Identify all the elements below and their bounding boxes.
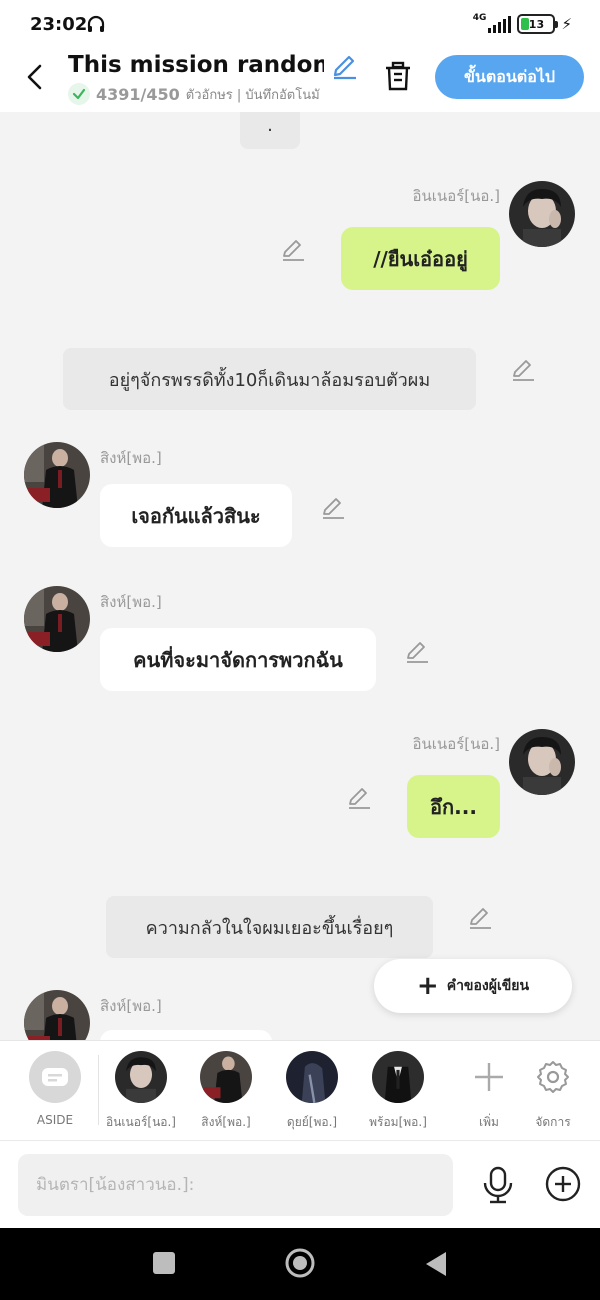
status-bar: 23:02 4G 13 ⚡: [0, 0, 600, 50]
status-time: 23:02: [30, 14, 88, 35]
character-label: อินเนอร์[นอ.]: [106, 1115, 176, 1129]
message-input[interactable]: [18, 1154, 453, 1216]
edit-message-icon[interactable]: [346, 784, 372, 810]
page-title[interactable]: This mission randoml...: [68, 52, 324, 78]
check-icon: [68, 83, 90, 105]
headset-icon: [87, 15, 105, 32]
speaker-name: สิงห์[พอ.]: [100, 449, 162, 467]
add-circle-icon[interactable]: [544, 1165, 582, 1203]
avatar: [115, 1051, 167, 1103]
header: This mission randoml... 4391/450 ตัวอักษ…: [0, 50, 600, 112]
plus-icon: +: [416, 971, 439, 1001]
plus-icon: [475, 1063, 503, 1091]
speaker-name: อินเนอร์[นอ.]: [412, 735, 500, 753]
divider: [98, 1055, 99, 1125]
edit-message-icon[interactable]: [467, 904, 493, 930]
back-button[interactable]: [18, 60, 52, 94]
avatar-inner[interactable]: [509, 729, 575, 795]
edit-message-icon[interactable]: [280, 236, 306, 262]
character-label: ASIDE: [36, 1113, 74, 1127]
char-count: 4391/450: [96, 84, 180, 104]
avatar-singha[interactable]: [24, 586, 90, 652]
manage-characters-button[interactable]: จัดการ: [513, 1051, 593, 1132]
battery-level: 13: [528, 17, 545, 31]
avatar-singha[interactable]: [24, 442, 90, 508]
author-note-button[interactable]: + คำของผู้เขียน: [374, 959, 572, 1013]
input-bar: [0, 1140, 600, 1228]
character-inner[interactable]: อินเนอร์[นอ.]: [101, 1051, 181, 1132]
avatar: [286, 1051, 338, 1103]
message-bubble[interactable]: [100, 1030, 272, 1040]
chevron-left-icon: [27, 64, 42, 90]
avatar-inner[interactable]: [509, 181, 575, 247]
edit-message-icon[interactable]: [404, 638, 430, 664]
character-prom[interactable]: พร้อม[พอ.]: [358, 1051, 438, 1132]
speaker-name: สิงห์[พอ.]: [100, 593, 162, 611]
message-bubble[interactable]: อึก...: [407, 775, 500, 838]
edit-title-icon[interactable]: [330, 52, 358, 80]
subtitle: 4391/450 ตัวอักษร | บันทึกอัตโนมั: [68, 83, 320, 105]
edit-message-icon[interactable]: [510, 356, 536, 382]
narration-bubble[interactable]: อยู่ๆจักรพรรดิทั้ง10ก็เดินมาล้อมรอบตัวผม: [63, 348, 476, 410]
edit-message-icon[interactable]: [320, 494, 346, 520]
avatar-singha[interactable]: [24, 990, 90, 1040]
speaker-name: สิงห์[พอ.]: [100, 997, 162, 1015]
home-button[interactable]: [284, 1247, 316, 1279]
autosave-label: ตัวอักษร | บันทึกอัตโนมั: [185, 87, 320, 103]
character-label: สิงห์[พอ.]: [201, 1115, 251, 1129]
next-step-button[interactable]: ขั้นตอนต่อไป: [435, 55, 584, 99]
character-label: ดุยย์[พอ.]: [286, 1115, 338, 1129]
narration-bubble[interactable]: .: [240, 112, 300, 149]
message-bubble[interactable]: คนที่จะมาจัดการพวกฉัน: [100, 628, 376, 691]
system-nav-bar: [0, 1228, 600, 1300]
character-dui[interactable]: ดุยย์[พอ.]: [272, 1051, 352, 1132]
character-singha[interactable]: สิงห์[พอ.]: [186, 1051, 266, 1132]
character-aside[interactable]: ASIDE: [15, 1051, 95, 1127]
speaker-name: อินเนอร์[นอ.]: [412, 187, 500, 205]
gear-icon: [537, 1061, 569, 1093]
author-note-label: คำของผู้เขียน: [446, 978, 530, 994]
avatar: [200, 1051, 252, 1103]
character-label: พร้อม[พอ.]: [369, 1115, 427, 1129]
character-bar: ASIDE อินเนอร์[นอ.] สิงห์[พอ.] ดุยย์[พอ.…: [0, 1040, 600, 1140]
battery-icon: 13: [517, 14, 559, 34]
character-label: เพิ่ม: [479, 1115, 499, 1129]
avatar: [372, 1051, 424, 1103]
trash-icon[interactable]: [382, 60, 414, 92]
microphone-icon[interactable]: [480, 1165, 516, 1205]
recents-button[interactable]: [153, 1252, 175, 1274]
chat-area: . อินเนอร์[นอ.] //ยืนเอ๋ออยู่ อยู่ๆจักรพ…: [0, 112, 600, 1040]
message-bubble[interactable]: เจอกันแล้วสินะ: [100, 484, 292, 547]
back-nav-button[interactable]: [424, 1250, 448, 1278]
narration-bubble[interactable]: ความกลัวในใจผมเยอะขึ้นเรื่อยๆ: [106, 896, 433, 958]
charging-icon: ⚡: [561, 15, 572, 33]
message-bubble[interactable]: //ยืนเอ๋ออยู่: [341, 227, 500, 290]
chat-bubble-icon: [42, 1068, 68, 1086]
network-type: 4G: [472, 13, 487, 23]
aside-avatar: [29, 1051, 81, 1103]
signal-icon: [488, 15, 512, 33]
character-label: จัดการ: [535, 1115, 571, 1129]
